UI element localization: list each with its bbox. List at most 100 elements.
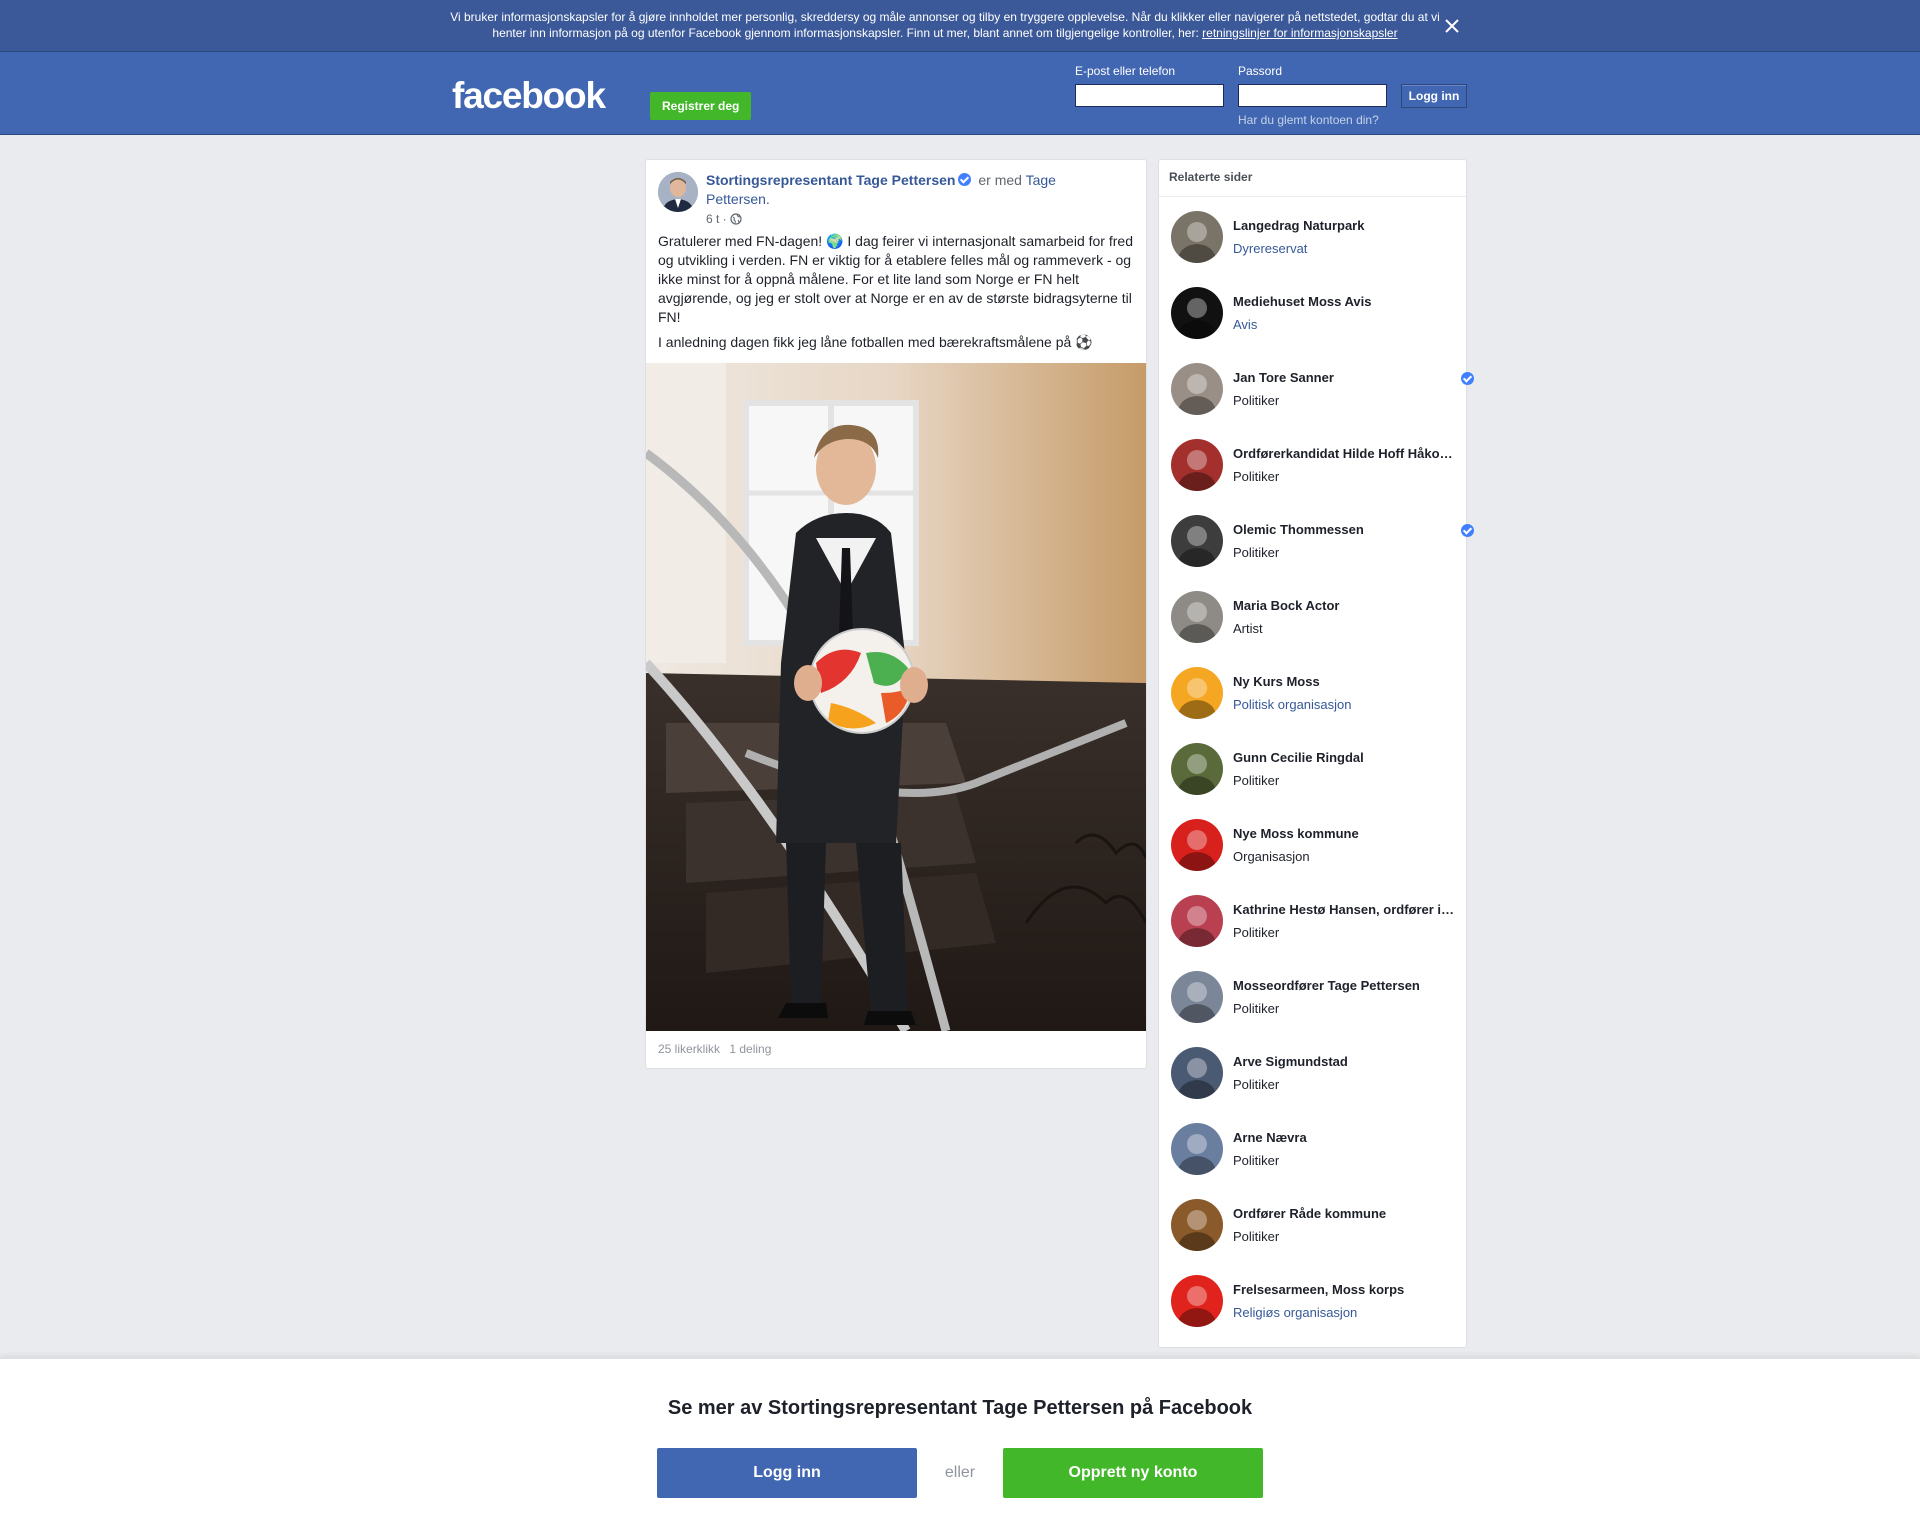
related-page-name[interactable]: Arne Nævra [1233, 1130, 1455, 1145]
related-page-item[interactable]: Ordfører Råde kommune Politiker [1159, 1199, 1466, 1261]
verified-icon [958, 173, 972, 186]
shares-count[interactable]: 1 deling [729, 1042, 771, 1056]
email-field[interactable] [1075, 84, 1224, 107]
post-meta: 6 t · [706, 212, 742, 226]
post-photo[interactable] [646, 363, 1146, 1031]
related-page-avatar[interactable] [1171, 743, 1223, 795]
related-page-avatar[interactable] [1171, 1275, 1223, 1327]
prompt-title: Se mer av Stortingsrepresentant Tage Pet… [667, 1397, 1253, 1419]
post-header: Stortingsrepresentant Tage Pettersen er … [706, 171, 1106, 209]
close-icon[interactable] [1440, 14, 1464, 38]
related-page-item[interactable]: Arve Sigmundstad Politiker [1159, 1047, 1466, 1109]
related-page-avatar[interactable] [1171, 1047, 1223, 1099]
related-page-category: Organisasjon [1233, 849, 1310, 864]
related-page-name[interactable]: Arve Sigmundstad [1233, 1054, 1455, 1069]
post-paragraph-1: Gratulerer med FN-dagen! 🌍 I dag feirer … [658, 233, 1133, 325]
author-name[interactable]: Stortingsrepresentant Tage Pettersen [706, 172, 955, 188]
forgot-account-link[interactable]: Har du glemt kontoen din? [1238, 113, 1379, 127]
related-page-avatar[interactable] [1171, 591, 1223, 643]
related-page-category[interactable]: Dyrereservat [1233, 241, 1307, 256]
related-page-category: Politiker [1233, 393, 1280, 408]
related-page-item[interactable]: Arne Nævra Politiker [1159, 1123, 1466, 1185]
related-page-avatar[interactable] [1171, 667, 1223, 719]
svg-text:facebook: facebook [452, 78, 606, 114]
related-page-avatar[interactable] [1171, 363, 1223, 415]
related-page-name[interactable]: Olemic Thommessen [1233, 522, 1455, 537]
or-text: eller [944, 1464, 976, 1481]
password-label: Passord [1238, 64, 1283, 78]
related-page-avatar[interactable] [1171, 819, 1223, 871]
email-label: E-post eller telefon [1075, 64, 1176, 78]
password-field[interactable] [1238, 84, 1387, 107]
top-header: facebook Registrer deg E-post eller tele… [0, 52, 1920, 135]
related-page-item[interactable]: Ordførerkandidat Hilde Hoff Håkonsen Poli… [1159, 439, 1466, 501]
cookie-text: Vi bruker informasjonskapsler for å gjør… [450, 9, 1440, 41]
verified-icon [1461, 372, 1474, 385]
related-page-name[interactable]: Mosseordfører Tage Pettersen [1233, 978, 1455, 993]
related-page-item[interactable]: Jan Tore Sanner Politiker [1159, 363, 1474, 425]
related-page-item[interactable]: Langedrag Naturpark Dyrereservat [1159, 211, 1466, 273]
related-page-name[interactable]: Ny Kurs Moss [1233, 674, 1455, 689]
related-title: Relaterte sider [1169, 170, 1253, 184]
related-page-avatar[interactable] [1171, 439, 1223, 491]
related-page-name[interactable]: Mediehuset Moss Avis [1233, 294, 1455, 309]
post-body: Gratulerer med FN-dagen! 🌍 I dag feirer … [658, 232, 1136, 358]
cookie-banner: Vi bruker informasjonskapsler for å gjør… [0, 0, 1920, 52]
related-page-category[interactable]: Religiøs organisasjon [1233, 1305, 1357, 1320]
post-paragraph-2: I anledning dagen fikk jeg låne fotballe… [658, 334, 1093, 350]
globe-icon [730, 213, 742, 225]
related-page-avatar[interactable] [1171, 515, 1223, 567]
related-page-category: Politiker [1233, 545, 1280, 560]
with-text: er med [974, 172, 1026, 188]
divider [1159, 196, 1466, 197]
related-page-name[interactable]: Jan Tore Sanner [1233, 370, 1455, 385]
facebook-logo[interactable]: facebook [452, 78, 624, 114]
related-page-name[interactable]: Gunn Cecilie Ringdal [1233, 750, 1455, 765]
related-page-avatar[interactable] [1171, 895, 1223, 947]
author-avatar[interactable] [658, 172, 698, 212]
related-page-item[interactable]: Nye Moss kommune Organisasjon [1159, 819, 1466, 881]
related-page-name[interactable]: Maria Bock Actor [1233, 598, 1455, 613]
related-page-avatar[interactable] [1171, 211, 1223, 263]
post-stats: 25 likerklikk 1 deling [658, 1042, 771, 1056]
related-page-item[interactable]: Maria Bock Actor Artist [1159, 591, 1466, 653]
related-page-name[interactable]: Nye Moss kommune [1233, 826, 1455, 841]
related-page-category[interactable]: Avis [1233, 317, 1257, 332]
login-button[interactable]: Logg inn [1401, 84, 1467, 108]
create-account-button[interactable]: Opprett ny konto [1003, 1448, 1263, 1498]
related-page-category: Politiker [1233, 469, 1280, 484]
related-page-name[interactable]: Ordførerkandidat Hilde Hoff Håkonsen [1233, 446, 1455, 461]
post-time[interactable]: 6 t · [706, 212, 727, 226]
related-page-avatar[interactable] [1171, 971, 1223, 1023]
related-page-avatar[interactable] [1171, 1199, 1223, 1251]
related-page-category: Politiker [1233, 1077, 1280, 1092]
register-button[interactable]: Registrer deg [650, 92, 752, 120]
related-page-item[interactable]: Olemic Thommessen Politiker [1159, 515, 1474, 577]
related-page-avatar[interactable] [1171, 287, 1223, 339]
related-page-category: Artist [1233, 621, 1263, 636]
overlay-login-button[interactable]: Logg inn [657, 1448, 917, 1498]
cookie-policy-link[interactable]: retningslinjer for informasjonskapsler [1202, 26, 1397, 40]
related-page-category: Politiker [1233, 1001, 1280, 1016]
related-page-category[interactable]: Politisk organisasjon [1233, 697, 1352, 712]
related-page-category: Politiker [1233, 773, 1280, 788]
related-page-item[interactable]: Gunn Cecilie Ringdal Politiker [1159, 743, 1466, 805]
related-page-avatar[interactable] [1171, 1123, 1223, 1175]
related-page-category: Politiker [1233, 1153, 1280, 1168]
related-page-item[interactable]: Frelsesarmeen, Moss korps Religiøs organi… [1159, 1275, 1466, 1337]
related-page-name[interactable]: Frelsesarmeen, Moss korps [1233, 1282, 1455, 1297]
related-page-category: Politiker [1233, 1229, 1280, 1244]
related-pages: Relaterte sider Langedrag Naturpark Dyrer… [1158, 159, 1474, 1348]
related-page-item[interactable]: Kathrine Hestø Hansen, ordfører i Rygge P… [1159, 895, 1466, 957]
post-card: Stortingsrepresentant Tage Pettersen er … [645, 159, 1147, 1069]
related-page-item[interactable]: Mosseordfører Tage Pettersen Politiker [1159, 971, 1466, 1033]
related-page-category: Politiker [1233, 925, 1280, 940]
related-page-name[interactable]: Ordfører Råde kommune [1233, 1206, 1455, 1221]
login-prompt-overlay: Se mer av Stortingsrepresentant Tage Pet… [0, 1358, 1920, 1538]
related-page-item[interactable]: Ny Kurs Moss Politisk organisasjon [1159, 667, 1466, 729]
likes-count[interactable]: 25 likerklikk [658, 1042, 720, 1056]
related-page-name[interactable]: Kathrine Hestø Hansen, ordfører i Rygge [1233, 902, 1455, 917]
related-page-name[interactable]: Langedrag Naturpark [1233, 218, 1455, 233]
verified-icon [1461, 524, 1474, 537]
related-page-item[interactable]: Mediehuset Moss Avis Avis [1159, 287, 1466, 349]
